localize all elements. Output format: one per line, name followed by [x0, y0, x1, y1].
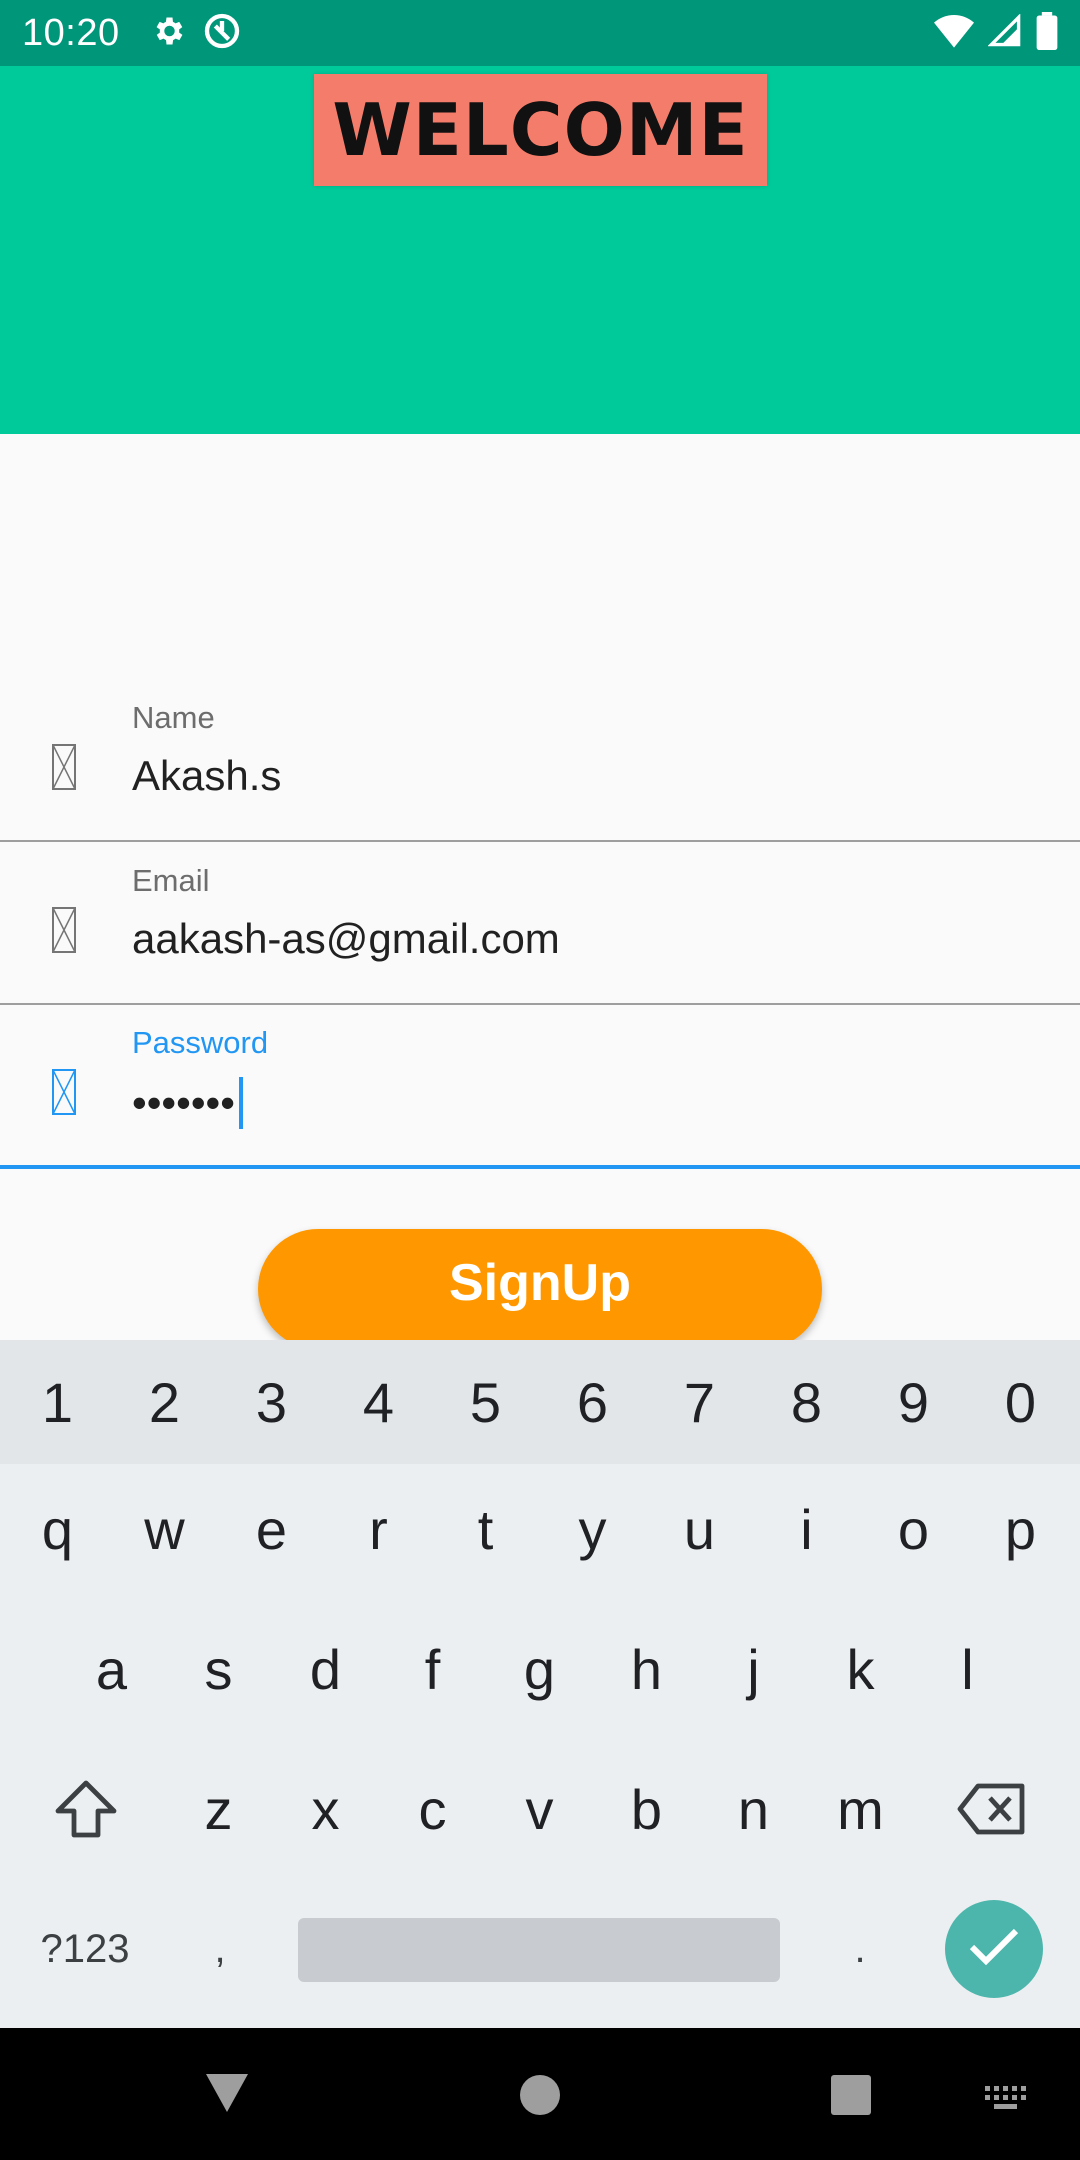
key-x[interactable]: x	[272, 1744, 379, 1874]
key-v[interactable]: v	[486, 1744, 593, 1874]
email-label: Email	[132, 863, 210, 898]
key-o[interactable]: o	[860, 1464, 967, 1594]
key-q[interactable]: q	[4, 1464, 111, 1594]
recents-icon[interactable]	[830, 2074, 872, 2121]
status-bar: 10:20	[0, 0, 1080, 66]
key-e[interactable]: e	[218, 1464, 325, 1594]
broken-image-icon	[52, 1069, 76, 1115]
password-dots: •••••••	[132, 1079, 235, 1126]
key-d[interactable]: d	[272, 1604, 379, 1734]
enter-key[interactable]	[945, 1900, 1043, 1998]
key-s[interactable]: s	[165, 1604, 272, 1734]
key-1[interactable]: 1	[4, 1340, 111, 1464]
status-time: 10:20	[22, 11, 120, 54]
key-m[interactable]: m	[807, 1744, 914, 1874]
key-8[interactable]: 8	[753, 1340, 860, 1464]
key-z[interactable]: z	[165, 1744, 272, 1874]
key-t[interactable]: t	[432, 1464, 539, 1594]
key-2[interactable]: 2	[111, 1340, 218, 1464]
wifi-icon	[934, 14, 974, 53]
backspace-icon[interactable]	[936, 1744, 1048, 1874]
text-cursor	[238, 1077, 243, 1129]
welcome-text: WELCOME	[332, 88, 749, 172]
key-n[interactable]: n	[700, 1744, 807, 1874]
key-l[interactable]: l	[914, 1604, 1021, 1734]
email-field[interactable]: Email aakash-as@gmail.com	[0, 843, 1080, 1005]
password-label: Password	[132, 1025, 269, 1060]
key-3[interactable]: 3	[218, 1340, 325, 1464]
name-field[interactable]: Name Akash.s	[0, 680, 1080, 842]
key-i[interactable]: i	[753, 1464, 860, 1594]
gear-icon	[150, 13, 186, 54]
key-9[interactable]: 9	[860, 1340, 967, 1464]
key-k[interactable]: k	[807, 1604, 914, 1734]
email-input[interactable]: aakash-as@gmail.com	[132, 915, 560, 963]
key-p[interactable]: p	[967, 1464, 1074, 1594]
key-h[interactable]: h	[593, 1604, 700, 1734]
signal-icon	[987, 12, 1022, 53]
shift-icon[interactable]	[30, 1744, 142, 1874]
key-0[interactable]: 0	[967, 1340, 1074, 1464]
key-c[interactable]: c	[379, 1744, 486, 1874]
battery-icon	[1036, 11, 1058, 55]
home-icon[interactable]	[519, 2074, 561, 2121]
name-label: Name	[132, 700, 215, 735]
status-left-icons	[150, 11, 242, 56]
signup-label: SignUp	[449, 1254, 631, 1312]
key-y[interactable]: y	[539, 1464, 646, 1594]
password-input[interactable]: •••••••	[132, 1077, 243, 1129]
key-w[interactable]: w	[111, 1464, 218, 1594]
key-b[interactable]: b	[593, 1744, 700, 1874]
key-f[interactable]: f	[379, 1604, 486, 1734]
check-icon	[968, 1927, 1020, 1972]
password-field[interactable]: Password •••••••	[0, 1005, 1080, 1169]
key-j[interactable]: j	[700, 1604, 807, 1734]
key-r[interactable]: r	[325, 1464, 432, 1594]
broken-image-icon	[52, 907, 76, 953]
signup-button[interactable]: SignUp	[258, 1229, 822, 1349]
broken-image-icon	[52, 744, 76, 790]
key-a[interactable]: a	[58, 1604, 165, 1734]
keyboard-switch-icon[interactable]	[985, 2084, 1029, 2119]
header: WELCOME	[0, 66, 1080, 434]
key-g[interactable]: g	[486, 1604, 593, 1734]
status-right-icons	[934, 0, 1058, 66]
key-6[interactable]: 6	[539, 1340, 646, 1464]
navigation-bar	[0, 2028, 1080, 2160]
comma-key[interactable]: ,	[168, 1884, 272, 2014]
key-5[interactable]: 5	[432, 1340, 539, 1464]
key-4[interactable]: 4	[325, 1340, 432, 1464]
welcome-banner: WELCOME	[314, 74, 767, 186]
sync-disabled-icon	[202, 11, 242, 56]
period-key[interactable]: .	[808, 1884, 912, 2014]
key-7[interactable]: 7	[646, 1340, 753, 1464]
space-key[interactable]	[298, 1918, 780, 1982]
name-input[interactable]: Akash.s	[132, 752, 281, 800]
symbols-key[interactable]: ?123	[14, 1884, 156, 2014]
back-icon[interactable]	[204, 2072, 250, 2119]
soft-keyboard: 1 2 3 4 5 6 7 8 9 0 q w e r t y u i o p …	[0, 1340, 1080, 2028]
key-u[interactable]: u	[646, 1464, 753, 1594]
keyboard-number-row: 1 2 3 4 5 6 7 8 9 0	[0, 1340, 1080, 1464]
